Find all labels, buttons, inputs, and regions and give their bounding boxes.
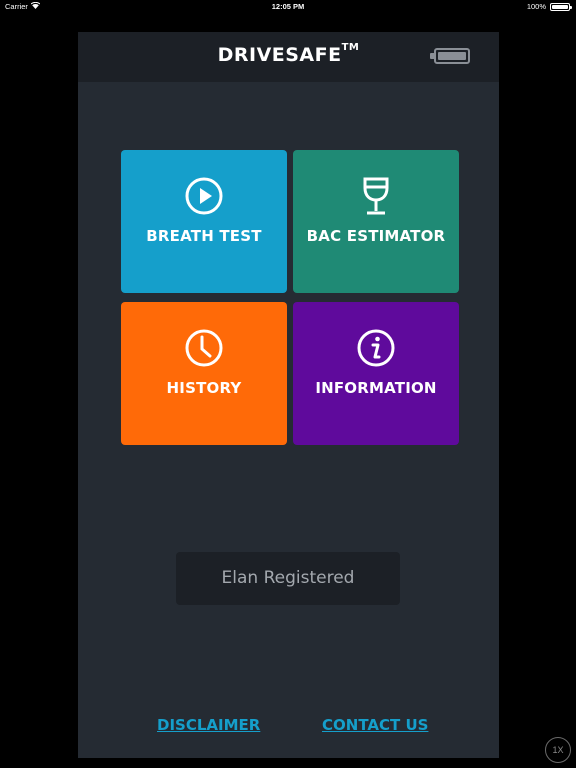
information-tile[interactable]: INFORMATION	[293, 302, 459, 445]
breath-test-label: BREATH TEST	[146, 227, 262, 245]
battery-group: 100%	[526, 2, 572, 11]
status-bar: Carrier 12:05 PM 100%	[0, 0, 576, 14]
history-label: HISTORY	[166, 379, 242, 397]
bac-estimator-label: BAC ESTIMATOR	[306, 227, 446, 245]
battery-percent: 100%	[526, 2, 546, 11]
disclaimer-link[interactable]: DISCLAIMER	[157, 716, 260, 734]
info-icon	[357, 329, 395, 367]
app-window: DRIVESAFETM BREATH TEST BAC ESTIMATOR HI…	[78, 32, 499, 758]
bac-estimator-tile[interactable]: BAC ESTIMATOR	[293, 150, 459, 293]
battery-icon	[434, 48, 470, 64]
status-time: 12:05 PM	[271, 2, 305, 11]
information-label: INFORMATION	[315, 379, 437, 397]
breath-test-tile[interactable]: BREATH TEST	[121, 150, 287, 293]
device-status: Elan Registered	[176, 552, 400, 605]
history-tile[interactable]: HISTORY	[121, 302, 287, 445]
app-header: DRIVESAFETM	[78, 32, 499, 82]
clock-icon	[185, 329, 223, 367]
status-battery-icon	[550, 2, 572, 11]
zoom-button[interactable]: 1X	[545, 737, 571, 763]
wine-glass-icon	[363, 177, 389, 215]
trademark-mark: TM	[341, 42, 360, 53]
play-circle-icon	[185, 177, 223, 215]
contact-us-link[interactable]: CONTACT US	[322, 716, 428, 734]
app-title-text: DRIVESAFE	[217, 44, 342, 66]
